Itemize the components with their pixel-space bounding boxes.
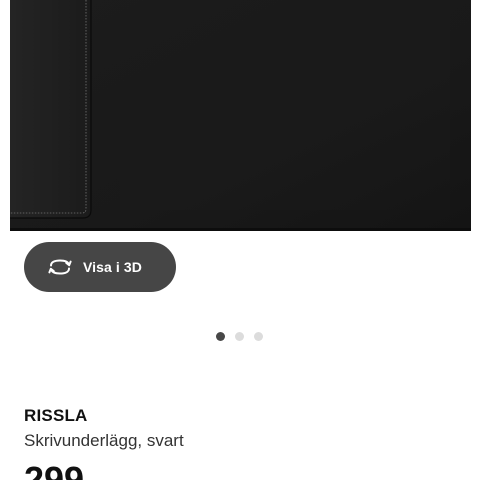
carousel-dot-1[interactable] (215, 331, 225, 341)
product-name: RISSLA (24, 406, 88, 425)
product-description: Skrivunderlägg, svart (24, 431, 184, 450)
product-image[interactable] (0, 0, 480, 232)
product-page: Visa i 3D RISSLA Skrivunderlägg, svart 2… (0, 0, 480, 480)
product-price: 299 (24, 459, 85, 480)
carousel-dot-2[interactable] (234, 331, 244, 341)
view-in-3d-button[interactable]: Visa i 3D (24, 242, 176, 292)
rotate-3d-icon (46, 256, 74, 278)
carousel-dot-3[interactable] (253, 331, 263, 341)
desk-pad-illustration (0, 0, 480, 232)
image-carousel-dots (0, 330, 480, 342)
view-in-3d-label: Visa i 3D (83, 259, 143, 275)
